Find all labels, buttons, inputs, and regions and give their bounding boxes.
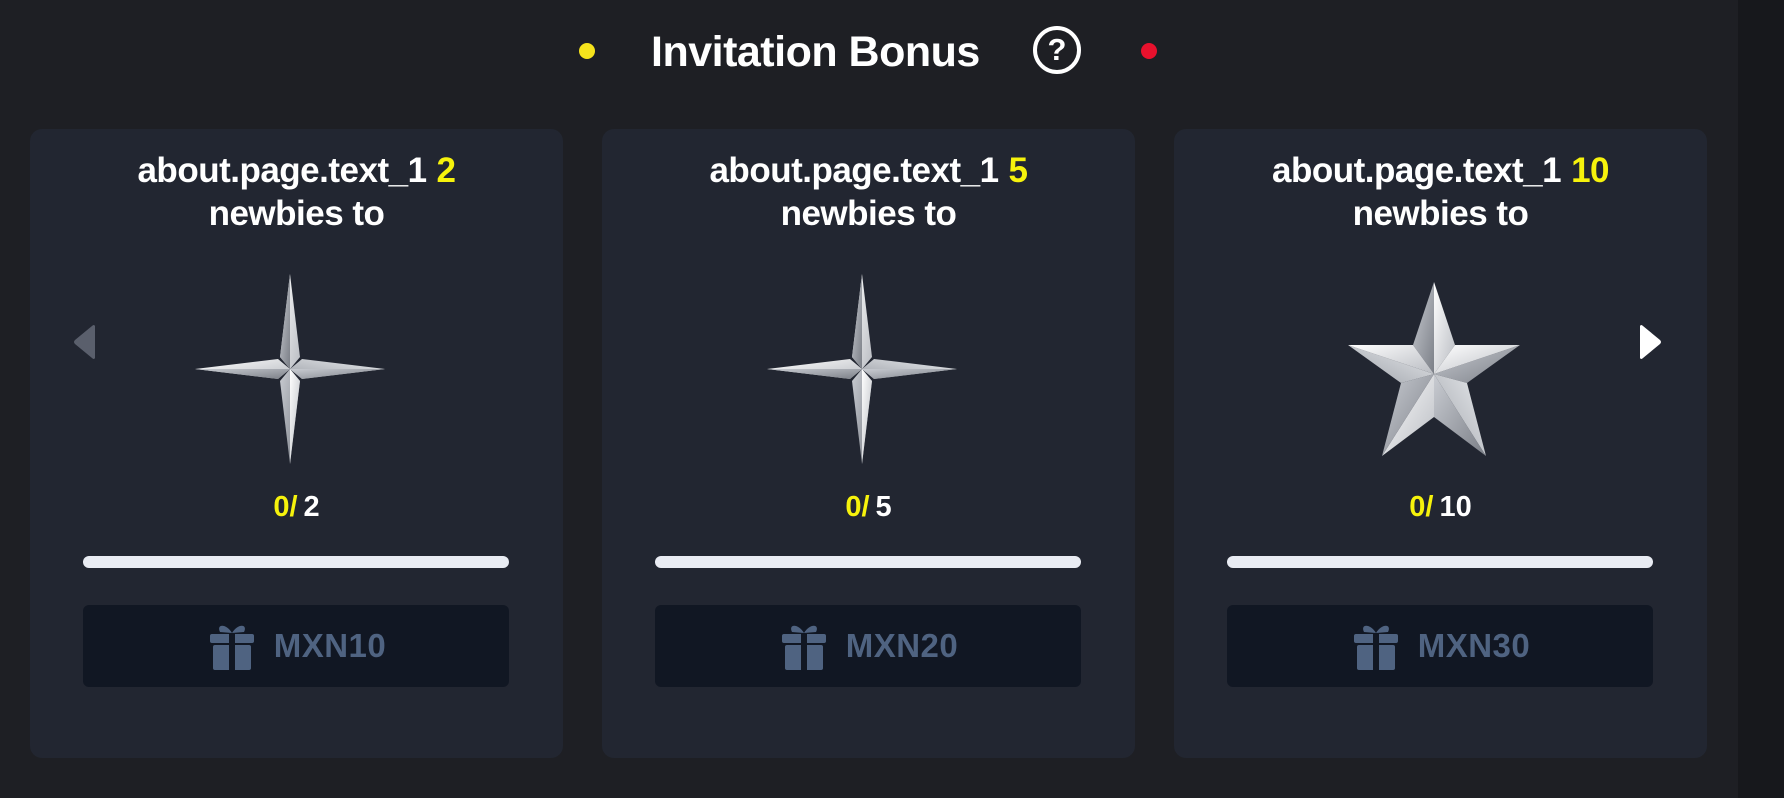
progress-current: 0 [1409,491,1426,523]
four-point-star-icon [767,274,957,464]
tier-title: about.page.text_1 2 newbies to [30,149,563,235]
progress-total: 2 [303,491,320,523]
tier-subtitle: newbies to [1352,194,1529,233]
four-point-star-icon [195,274,385,464]
reward-amount: MXN10 [273,627,387,664]
progress-counter: 0/10 [1174,487,1707,527]
indicator-dot-inactive [1141,43,1157,59]
tier-target-count: 10 [1571,151,1609,190]
tier-target-count: 5 [1008,151,1028,190]
chevron-right-icon[interactable] [1634,322,1664,362]
progress-total: 5 [875,491,892,523]
right-edge-panel [1738,0,1784,798]
claim-reward-button[interactable]: MXN10 [83,605,509,687]
tier-title: about.page.text_1 5 newbies to [602,149,1135,235]
tier-target-count: 2 [436,151,456,190]
tier-title: about.page.text_1 10 newbies to [1174,149,1707,235]
progress-current: 0 [845,491,862,523]
progress-separator: / [289,491,298,523]
gift-icon [1353,625,1398,670]
bonus-tier-card: about.page.text_1 2 newbies to 0/2 MXN10 [30,129,563,758]
bonus-tier-card: about.page.text_1 5 newbies to 0/5 MXN20 [602,129,1135,758]
claim-reward-button[interactable]: MXN20 [655,605,1081,687]
progress-counter: 0/5 [602,487,1135,527]
five-point-star-icon [1348,282,1520,456]
claim-reward-button[interactable]: MXN30 [1227,605,1653,687]
reward-amount: MXN20 [845,627,959,664]
tier-title-text: about.page.text_1 [709,151,999,190]
tier-title-text: about.page.text_1 [137,151,427,190]
progress-separator: / [1425,491,1434,523]
tier-title-text: about.page.text_1 [1271,151,1562,190]
progress-bar [83,556,509,568]
progress-bar [655,556,1081,568]
chevron-left-icon[interactable] [71,322,101,362]
progress-current: 0 [273,491,290,523]
bonus-tier-card: about.page.text_1 10 newbies to 0/10 MXN3… [1174,129,1707,758]
section-title: Invitation Bonus [651,28,980,76]
progress-separator: / [861,491,870,523]
gift-icon [209,625,254,670]
indicator-dot-active [579,43,595,59]
reward-amount: MXN30 [1417,627,1531,664]
help-icon[interactable]: ? [1033,26,1081,74]
progress-bar [1227,556,1653,568]
progress-total: 10 [1439,491,1472,523]
progress-counter: 0/2 [30,487,563,527]
gift-icon [781,625,826,670]
tier-subtitle: newbies to [780,194,957,233]
section-header: Invitation Bonus ? [0,0,1738,104]
tier-subtitle: newbies to [208,194,385,233]
